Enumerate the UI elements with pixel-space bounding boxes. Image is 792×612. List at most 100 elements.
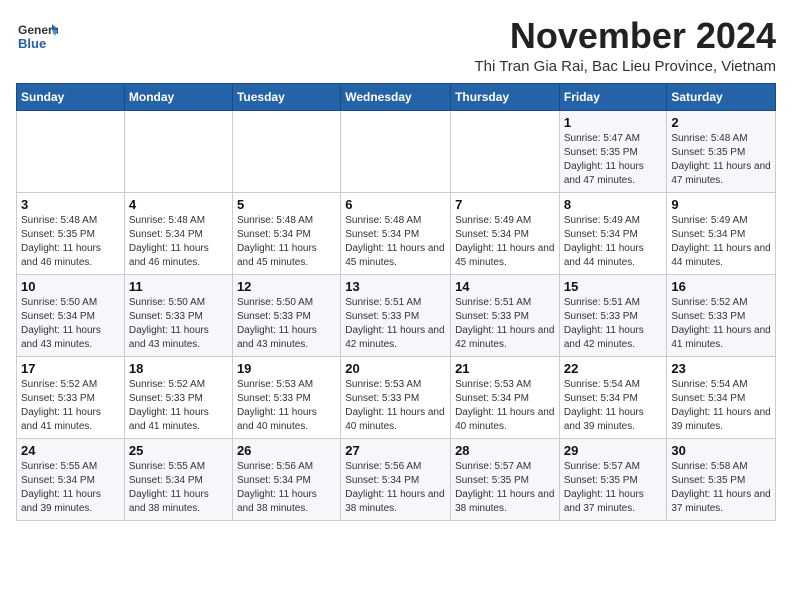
day-number: 15 <box>564 279 663 294</box>
calendar-cell-3-4: 13 Sunrise: 5:51 AMSunset: 5:33 PMDayligh… <box>341 274 451 356</box>
day-number: 27 <box>345 443 446 458</box>
day-number: 20 <box>345 361 446 376</box>
day-number: 22 <box>564 361 663 376</box>
day-number: 9 <box>671 197 771 212</box>
day-info: Sunrise: 5:53 AMSunset: 5:34 PMDaylight:… <box>455 378 555 434</box>
calendar-cell-1-4 <box>341 110 451 192</box>
calendar-cell-5-2: 25Sunrise: 5:55 AMSunset: 5:34 PMDayligh… <box>124 438 232 520</box>
calendar-cell-3-2: 11Sunrise: 5:50 AMSunset: 5:33 PMDayligh… <box>124 274 232 356</box>
calendar-cell-4-2: 18 Sunrise: 5:52 AMSunset: 5:33 PMDayligh… <box>124 356 232 438</box>
day-info: Sunrise: 5:55 AMSunset: 5:34 PMDaylight:… <box>21 460 120 516</box>
calendar-cell-2-2: 4Sunrise: 5:48 AMSunset: 5:34 PMDaylight… <box>124 192 232 274</box>
day-info: Sunrise: 5:49 AMSunset: 5:34 PMDaylight:… <box>564 214 663 270</box>
day-number: 13 <box>345 279 446 294</box>
day-number: 1 <box>564 115 663 130</box>
day-info: Sunrise: 5:49 AMSunset: 5:34 PMDaylight:… <box>455 214 555 270</box>
calendar-cell-5-5: 28Sunrise: 5:57 AMSunset: 5:35 PMDayligh… <box>451 438 560 520</box>
calendar-cell-2-4: 6 Sunrise: 5:48 AMSunset: 5:34 PMDaylight… <box>341 192 451 274</box>
weekday-header-row: Sunday Monday Tuesday Wednesday Thursday… <box>17 83 776 110</box>
day-number: 2 <box>671 115 771 130</box>
calendar-cell-5-1: 24 Sunrise: 5:55 AMSunset: 5:34 PMDayligh… <box>17 438 125 520</box>
day-number: 16 <box>671 279 771 294</box>
day-number: 24 <box>21 443 120 458</box>
day-info: Sunrise: 5:47 AMSunset: 5:35 PMDaylight:… <box>564 132 663 188</box>
day-number: 8 <box>564 197 663 212</box>
header-friday: Friday <box>559 83 667 110</box>
week-row-4: 17 Sunrise: 5:52 AMSunset: 5:33 PMDayligh… <box>17 356 776 438</box>
day-number: 3 <box>21 197 120 212</box>
calendar-cell-1-2 <box>124 110 232 192</box>
calendar-table: Sunday Monday Tuesday Wednesday Thursday… <box>16 83 776 521</box>
title-block: November 2024 Thi Tran Gia Rai, Bac Lieu… <box>474 16 776 75</box>
day-number: 26 <box>237 443 336 458</box>
day-info: Sunrise: 5:50 AMSunset: 5:34 PMDaylight:… <box>21 296 120 352</box>
calendar-cell-4-4: 20Sunrise: 5:53 AMSunset: 5:33 PMDayligh… <box>341 356 451 438</box>
day-number: 21 <box>455 361 555 376</box>
day-number: 12 <box>237 279 336 294</box>
day-info: Sunrise: 5:49 AMSunset: 5:34 PMDaylight:… <box>671 214 771 270</box>
calendar-cell-5-4: 27 Sunrise: 5:56 AMSunset: 5:34 PMDayligh… <box>341 438 451 520</box>
day-info: Sunrise: 5:51 AMSunset: 5:33 PMDaylight:… <box>345 296 446 352</box>
day-number: 19 <box>237 361 336 376</box>
calendar-cell-4-7: 23 Sunrise: 5:54 AMSunset: 5:34 PMDayligh… <box>667 356 776 438</box>
day-number: 11 <box>129 279 228 294</box>
calendar-body: 1 Sunrise: 5:47 AMSunset: 5:35 PMDaylight… <box>17 110 776 520</box>
day-info: Sunrise: 5:56 AMSunset: 5:34 PMDaylight:… <box>345 460 446 516</box>
day-info: Sunrise: 5:48 AMSunset: 5:35 PMDaylight:… <box>671 132 771 188</box>
week-row-2: 3 Sunrise: 5:48 AMSunset: 5:35 PMDaylight… <box>17 192 776 274</box>
day-info: Sunrise: 5:48 AMSunset: 5:35 PMDaylight:… <box>21 214 120 270</box>
calendar-cell-3-3: 12Sunrise: 5:50 AMSunset: 5:33 PMDayligh… <box>232 274 340 356</box>
calendar-cell-4-3: 19 Sunrise: 5:53 AMSunset: 5:33 PMDayligh… <box>232 356 340 438</box>
day-info: Sunrise: 5:52 AMSunset: 5:33 PMDaylight:… <box>129 378 228 434</box>
day-number: 14 <box>455 279 555 294</box>
header-thursday: Thursday <box>451 83 560 110</box>
day-number: 6 <box>345 197 446 212</box>
location-subtitle: Thi Tran Gia Rai, Bac Lieu Province, Vie… <box>474 58 776 75</box>
day-info: Sunrise: 5:51 AMSunset: 5:33 PMDaylight:… <box>455 296 555 352</box>
calendar-cell-3-1: 10 Sunrise: 5:50 AMSunset: 5:34 PMDayligh… <box>17 274 125 356</box>
calendar-cell-2-6: 8 Sunrise: 5:49 AMSunset: 5:34 PMDaylight… <box>559 192 667 274</box>
calendar-cell-1-3 <box>232 110 340 192</box>
day-info: Sunrise: 5:53 AMSunset: 5:33 PMDaylight:… <box>237 378 336 434</box>
day-info: Sunrise: 5:52 AMSunset: 5:33 PMDaylight:… <box>21 378 120 434</box>
day-number: 10 <box>21 279 120 294</box>
calendar-cell-2-3: 5 Sunrise: 5:48 AMSunset: 5:34 PMDaylight… <box>232 192 340 274</box>
calendar-cell-5-3: 26 Sunrise: 5:56 AMSunset: 5:34 PMDayligh… <box>232 438 340 520</box>
week-row-3: 10 Sunrise: 5:50 AMSunset: 5:34 PMDayligh… <box>17 274 776 356</box>
svg-text:Blue: Blue <box>18 36 46 51</box>
header-wednesday: Wednesday <box>341 83 451 110</box>
month-year-title: November 2024 <box>474 16 776 56</box>
calendar-cell-1-5 <box>451 110 560 192</box>
day-number: 28 <box>455 443 555 458</box>
calendar-cell-1-1 <box>17 110 125 192</box>
day-number: 23 <box>671 361 771 376</box>
calendar-cell-3-7: 16 Sunrise: 5:52 AMSunset: 5:33 PMDayligh… <box>667 274 776 356</box>
calendar-cell-3-6: 15 Sunrise: 5:51 AMSunset: 5:33 PMDayligh… <box>559 274 667 356</box>
header-saturday: Saturday <box>667 83 776 110</box>
day-info: Sunrise: 5:58 AMSunset: 5:35 PMDaylight:… <box>671 460 771 516</box>
day-number: 30 <box>671 443 771 458</box>
calendar-cell-4-5: 21 Sunrise: 5:53 AMSunset: 5:34 PMDayligh… <box>451 356 560 438</box>
day-number: 29 <box>564 443 663 458</box>
calendar-header: Sunday Monday Tuesday Wednesday Thursday… <box>17 83 776 110</box>
calendar-cell-2-5: 7Sunrise: 5:49 AMSunset: 5:34 PMDaylight… <box>451 192 560 274</box>
header-monday: Monday <box>124 83 232 110</box>
day-info: Sunrise: 5:48 AMSunset: 5:34 PMDaylight:… <box>237 214 336 270</box>
calendar-cell-5-7: 30 Sunrise: 5:58 AMSunset: 5:35 PMDayligh… <box>667 438 776 520</box>
day-info: Sunrise: 5:55 AMSunset: 5:34 PMDaylight:… <box>129 460 228 516</box>
logo: General Blue <box>16 16 58 54</box>
day-info: Sunrise: 5:56 AMSunset: 5:34 PMDaylight:… <box>237 460 336 516</box>
week-row-1: 1 Sunrise: 5:47 AMSunset: 5:35 PMDaylight… <box>17 110 776 192</box>
day-info: Sunrise: 5:52 AMSunset: 5:33 PMDaylight:… <box>671 296 771 352</box>
page-header: General Blue November 2024 Thi Tran Gia … <box>16 16 776 75</box>
day-info: Sunrise: 5:48 AMSunset: 5:34 PMDaylight:… <box>345 214 446 270</box>
day-number: 4 <box>129 197 228 212</box>
day-info: Sunrise: 5:51 AMSunset: 5:33 PMDaylight:… <box>564 296 663 352</box>
calendar-cell-1-7: 2 Sunrise: 5:48 AMSunset: 5:35 PMDaylight… <box>667 110 776 192</box>
day-number: 5 <box>237 197 336 212</box>
calendar-cell-5-6: 29Sunrise: 5:57 AMSunset: 5:35 PMDayligh… <box>559 438 667 520</box>
day-info: Sunrise: 5:54 AMSunset: 5:34 PMDaylight:… <box>671 378 771 434</box>
day-number: 18 <box>129 361 228 376</box>
calendar-cell-3-5: 14 Sunrise: 5:51 AMSunset: 5:33 PMDayligh… <box>451 274 560 356</box>
day-number: 17 <box>21 361 120 376</box>
